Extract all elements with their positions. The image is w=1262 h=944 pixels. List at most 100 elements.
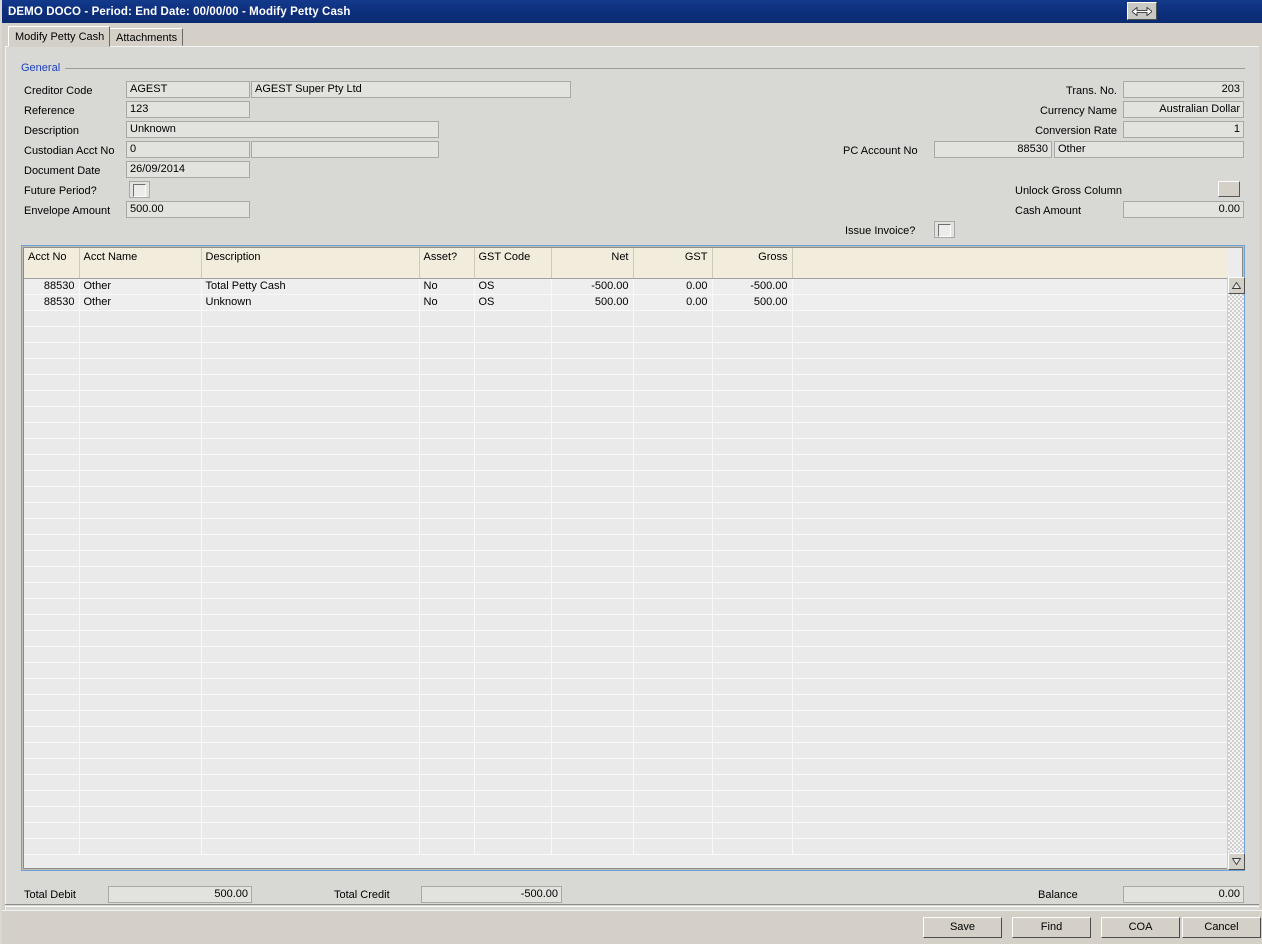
table-row-empty[interactable] <box>24 646 1227 663</box>
cell-empty[interactable] <box>712 566 793 583</box>
table-row-empty[interactable] <box>24 614 1227 631</box>
cell-empty[interactable] <box>419 838 475 855</box>
cell-empty[interactable] <box>79 806 202 823</box>
cell-empty[interactable] <box>474 630 552 647</box>
cell-empty[interactable] <box>79 550 202 567</box>
cell-empty[interactable] <box>24 374 80 391</box>
scrollbar-track[interactable] <box>1228 294 1244 853</box>
cell-empty[interactable] <box>24 486 80 503</box>
cell-gst[interactable]: 0.00 <box>633 294 713 311</box>
cell-empty[interactable] <box>24 822 80 839</box>
cell-acct_no[interactable]: 88530 <box>24 294 80 311</box>
cell-acct_name[interactable]: Other <box>79 278 202 295</box>
cell-empty[interactable] <box>79 310 202 327</box>
cell-empty[interactable] <box>474 326 552 343</box>
cell-empty[interactable] <box>79 726 202 743</box>
cell-empty[interactable] <box>633 742 713 759</box>
cell-empty[interactable] <box>712 694 793 711</box>
cell-gst[interactable]: 0.00 <box>633 278 713 295</box>
cell-empty[interactable] <box>474 438 552 455</box>
cell-empty[interactable] <box>474 838 552 855</box>
cell-empty[interactable] <box>419 726 475 743</box>
creditor-code-input[interactable]: AGEST <box>126 81 250 98</box>
cell-empty[interactable] <box>201 774 420 791</box>
cell-empty[interactable] <box>419 374 475 391</box>
cell-asset[interactable]: No <box>419 278 475 295</box>
cell-empty[interactable] <box>551 486 634 503</box>
cell-empty[interactable] <box>712 710 793 727</box>
table-row-empty[interactable] <box>24 454 1227 471</box>
cell-empty[interactable] <box>551 566 634 583</box>
cell-empty[interactable] <box>474 822 552 839</box>
cell-empty[interactable] <box>551 742 634 759</box>
cell-empty[interactable] <box>201 838 420 855</box>
cell-empty[interactable] <box>419 502 475 519</box>
cell-empty[interactable] <box>633 582 713 599</box>
cell-empty[interactable] <box>551 534 634 551</box>
cell-empty[interactable] <box>201 646 420 663</box>
cell-empty[interactable] <box>201 374 420 391</box>
cell-empty[interactable] <box>24 534 80 551</box>
cell-empty[interactable] <box>633 486 713 503</box>
cell-empty[interactable] <box>551 694 634 711</box>
envelope-amount-input[interactable]: 500.00 <box>126 201 250 218</box>
cell-empty[interactable] <box>633 374 713 391</box>
cell-empty[interactable] <box>474 470 552 487</box>
cell-empty[interactable] <box>551 550 634 567</box>
cell-empty[interactable] <box>419 310 475 327</box>
pc-account-name-input[interactable]: Other <box>1054 141 1244 158</box>
cell-empty[interactable] <box>712 822 793 839</box>
cell-empty[interactable] <box>551 310 634 327</box>
cell-empty[interactable] <box>24 726 80 743</box>
cell-empty[interactable] <box>419 822 475 839</box>
table-row-empty[interactable] <box>24 806 1227 823</box>
trans-no-input[interactable]: 203 <box>1123 81 1244 98</box>
cell-empty[interactable] <box>79 598 202 615</box>
cell-empty[interactable] <box>419 598 475 615</box>
cell-empty[interactable] <box>79 566 202 583</box>
cell-empty[interactable] <box>79 358 202 375</box>
table-row-empty[interactable] <box>24 518 1227 535</box>
cell-empty[interactable] <box>201 470 420 487</box>
cell-empty[interactable] <box>79 646 202 663</box>
cell-empty[interactable] <box>551 662 634 679</box>
cell-empty[interactable] <box>419 550 475 567</box>
table-row-empty[interactable] <box>24 470 1227 487</box>
cell-empty[interactable] <box>474 358 552 375</box>
cell-empty[interactable] <box>551 726 634 743</box>
cell-acct_name[interactable]: Other <box>79 294 202 311</box>
table-row-empty[interactable] <box>24 710 1227 727</box>
cell-empty[interactable] <box>474 566 552 583</box>
cell-empty[interactable] <box>712 630 793 647</box>
cell-empty[interactable] <box>201 390 420 407</box>
cell-empty[interactable] <box>79 534 202 551</box>
cell-empty[interactable] <box>474 694 552 711</box>
cell-empty[interactable] <box>201 342 420 359</box>
cell-empty[interactable] <box>419 342 475 359</box>
cell-empty[interactable] <box>201 550 420 567</box>
cell-gross[interactable]: 500.00 <box>712 294 793 311</box>
cell-empty[interactable] <box>201 694 420 711</box>
cell-empty[interactable] <box>419 518 475 535</box>
cell-empty[interactable] <box>712 374 793 391</box>
cell-empty[interactable] <box>712 758 793 775</box>
cell-empty[interactable] <box>79 822 202 839</box>
cell-empty[interactable] <box>633 566 713 583</box>
table-row-empty[interactable] <box>24 758 1227 775</box>
cell-empty[interactable] <box>79 502 202 519</box>
cell-empty[interactable] <box>201 726 420 743</box>
cell-empty[interactable] <box>201 534 420 551</box>
cell-empty[interactable] <box>633 470 713 487</box>
cell-empty[interactable] <box>474 486 552 503</box>
cell-empty[interactable] <box>633 630 713 647</box>
cell-empty[interactable] <box>551 806 634 823</box>
custodian-acct-no-input[interactable]: 0 <box>126 141 250 158</box>
cell-empty[interactable] <box>79 326 202 343</box>
cancel-button[interactable]: Cancel <box>1182 917 1261 938</box>
cell-empty[interactable] <box>201 502 420 519</box>
cell-empty[interactable] <box>551 630 634 647</box>
cell-empty[interactable] <box>419 326 475 343</box>
table-row-empty[interactable] <box>24 694 1227 711</box>
cell-empty[interactable] <box>24 550 80 567</box>
cell-empty[interactable] <box>633 342 713 359</box>
